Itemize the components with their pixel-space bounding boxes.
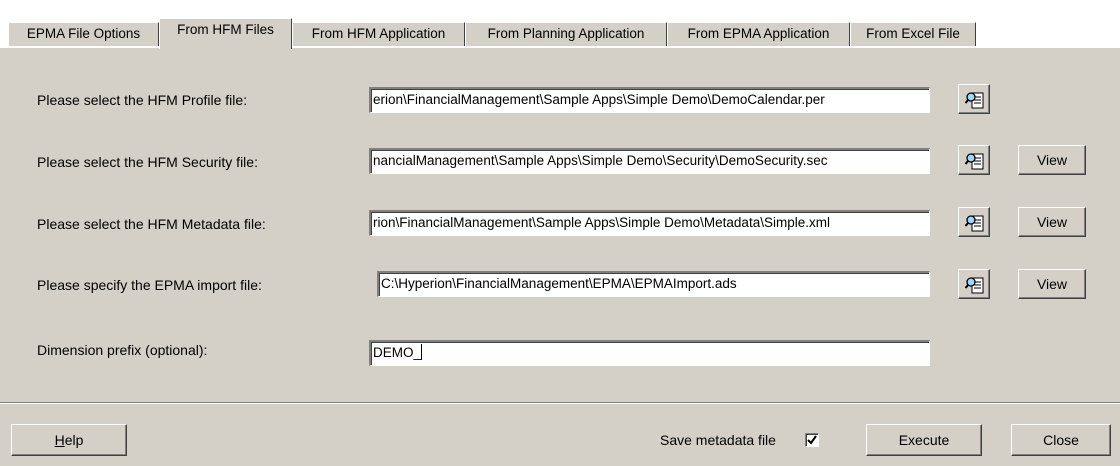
tab-from-hfm-application[interactable]: From HFM Application: [292, 22, 465, 46]
security-file-input[interactable]: nancialManagement\Sample Apps\Simple Dem…: [369, 148, 930, 174]
security-file-label: Please select the HFM Security file:: [37, 154, 258, 170]
metadata-file-input[interactable]: rion\FinancialManagement\Sample Apps\Sim…: [369, 210, 930, 236]
tab-strip: EPMA File Options From HFM Files From HF…: [0, 0, 1120, 49]
security-browse-button[interactable]: [958, 145, 990, 175]
save-metadata-label: Save metadata file: [660, 432, 776, 448]
security-view-button[interactable]: View: [1018, 145, 1086, 175]
epma-import-file-input[interactable]: C:\Hyperion\FinancialManagement\EPMA\EPM…: [377, 271, 930, 297]
dialog-window: EPMA File Options From HFM Files From HF…: [0, 0, 1120, 466]
tab-from-excel-file[interactable]: From Excel File: [850, 22, 976, 46]
save-metadata-checkbox[interactable]: [805, 433, 819, 447]
checkmark-icon: [807, 435, 817, 445]
help-mnemonic: H: [54, 432, 65, 448]
epma-import-browse-button[interactable]: [958, 269, 990, 299]
profile-file-input[interactable]: erion\FinancialManagement\Sample Apps\Si…: [369, 87, 930, 113]
epma-import-file-label: Please specify the EPMA import file:: [37, 277, 262, 293]
help-label: elp: [64, 432, 84, 448]
browse-file-icon: [965, 277, 984, 294]
browse-file-icon: [965, 153, 984, 170]
browse-file-icon: [965, 92, 984, 109]
tab-from-planning-application[interactable]: From Planning Application: [465, 22, 667, 46]
close-button[interactable]: Close: [1011, 424, 1111, 456]
dimension-prefix-value: DEMO_: [373, 345, 422, 360]
metadata-view-button[interactable]: View: [1018, 207, 1086, 237]
browse-file-icon: [965, 215, 984, 232]
profile-browse-button[interactable]: [958, 84, 990, 114]
metadata-file-label: Please select the HFM Metadata file:: [37, 216, 266, 232]
dimension-prefix-input[interactable]: DEMO_: [369, 340, 930, 366]
tab-from-hfm-files[interactable]: From HFM Files: [159, 18, 292, 49]
execute-button[interactable]: Execute: [866, 424, 982, 456]
help-button[interactable]: Help: [11, 424, 127, 456]
epma-import-view-button[interactable]: View: [1018, 269, 1086, 299]
footer-bar: Help Save metadata file Execute Close: [0, 404, 1120, 466]
text-caret: [421, 344, 423, 360]
tab-epma-file-options[interactable]: EPMA File Options: [8, 22, 159, 46]
profile-file-label: Please select the HFM Profile file:: [37, 92, 248, 108]
metadata-browse-button[interactable]: [958, 207, 990, 237]
tab-from-epma-application[interactable]: From EPMA Application: [667, 22, 850, 46]
tab-panel-from-hfm-files: Please select the HFM Profile file: erio…: [0, 48, 1120, 402]
dimension-prefix-label: Dimension prefix (optional):: [37, 342, 208, 358]
